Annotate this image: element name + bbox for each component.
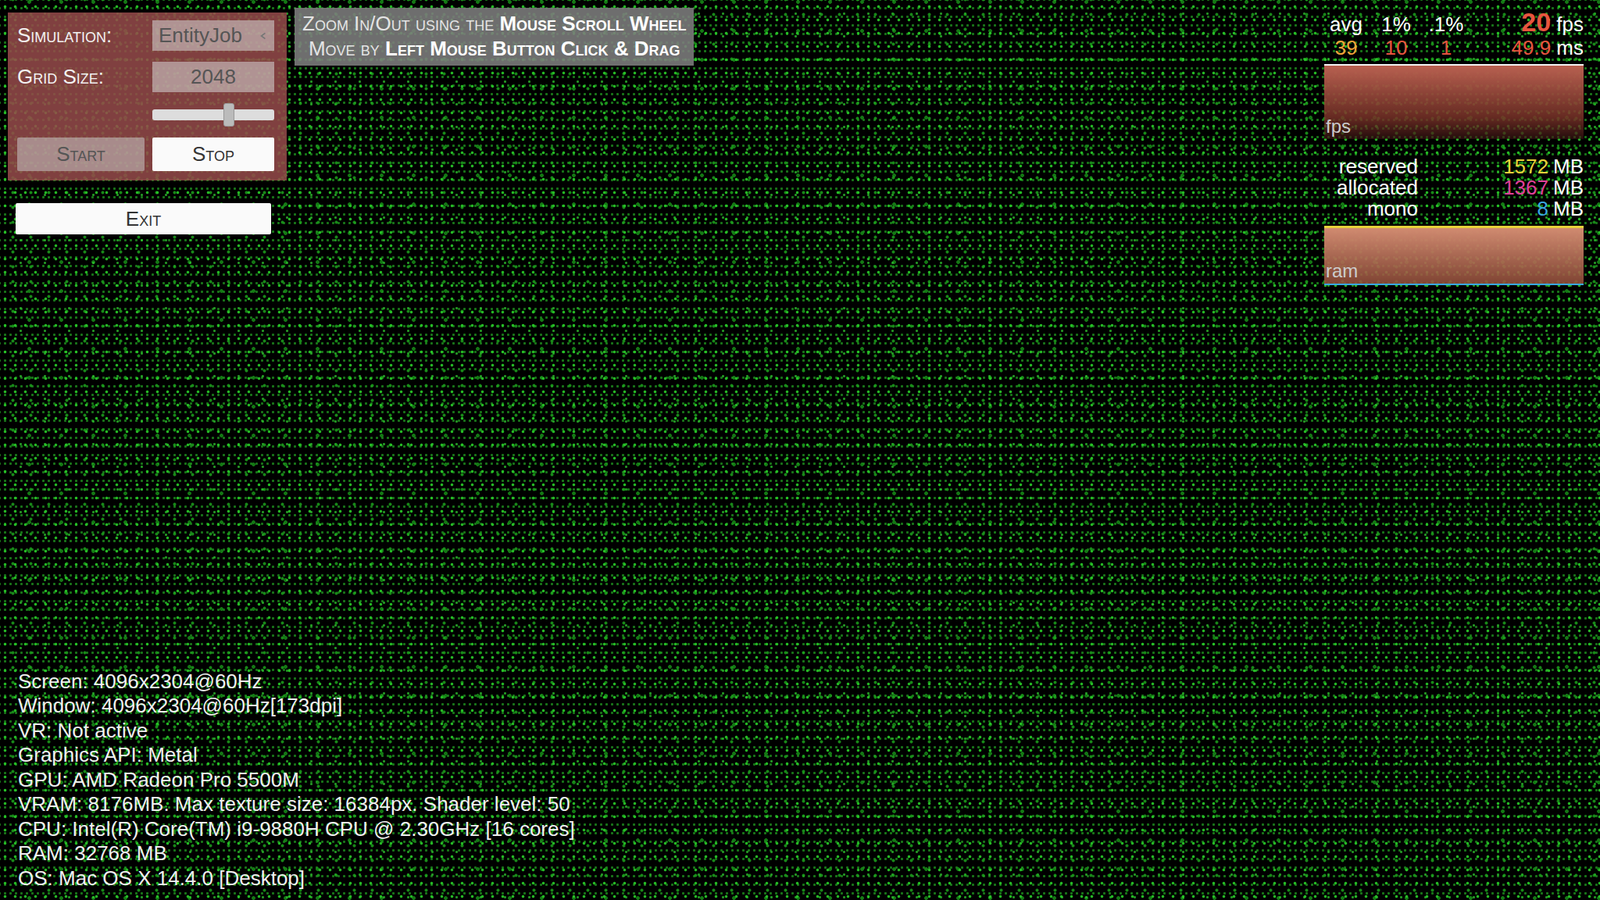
system-info-line: OS: Mac OS X 14.4.0 [Desktop]: [17, 866, 575, 892]
simulation-label: Simulation:: [17, 23, 145, 48]
slider-handle[interactable]: [223, 103, 235, 127]
grid-size-field[interactable]: 2048: [152, 61, 275, 93]
grid-size-slider[interactable]: [152, 103, 275, 127]
system-info: Screen: 4096x2304@60HzWindow: 4096x2304@…: [17, 669, 575, 892]
fps-graph: fps: [1324, 64, 1584, 140]
slider-track: [152, 109, 275, 121]
ms-reading: 49.9 ms: [1474, 35, 1584, 60]
control-panel: Simulation: EntityJob Grid Size: 2048 St…: [7, 12, 287, 181]
stat-header: 1%: [1374, 12, 1418, 36]
system-info-line: VR: Not active: [17, 718, 575, 744]
memory-label: mono: [1324, 198, 1418, 220]
stat-header: .1%: [1424, 12, 1468, 36]
stop-button[interactable]: Stop: [152, 137, 275, 172]
stat-value: 1: [1424, 35, 1468, 60]
stat-value: 10: [1374, 35, 1418, 60]
stats-panel: avg1%.1% 20 fps 39101 49.9 ms fps reserv…: [1324, 10, 1584, 286]
system-info-line: RAM: 32768 MB: [17, 841, 575, 867]
memory-value: 1367: [1422, 177, 1549, 199]
instruction-line: Zoom In/Out using the Mouse Scroll Wheel: [302, 10, 686, 36]
system-info-line: GPU: AMD Radeon Pro 5500M: [17, 767, 575, 793]
instructions-box: Zoom In/Out using the Mouse Scroll Wheel…: [294, 7, 694, 66]
system-info-line: Graphics API: Metal: [17, 742, 575, 768]
exit-button[interactable]: Exit: [15, 203, 272, 235]
ram-graph: ram: [1324, 225, 1584, 286]
system-info-line: CPU: Intel(R) Core(TM) i9-9880H CPU @ 2.…: [17, 817, 575, 843]
memory-unit: MB: [1553, 177, 1584, 199]
memory-value: 1572: [1422, 156, 1549, 178]
system-info-line: VRAM: 8176MB. Max texture size: 16384px.…: [17, 792, 575, 818]
memory-label: reserved: [1324, 156, 1418, 178]
memory-label: allocated: [1324, 177, 1418, 199]
memory-value: 8: [1422, 198, 1549, 220]
grid-size-label: Grid Size:: [17, 64, 145, 90]
stat-header: avg: [1324, 12, 1368, 36]
dropdown-arrow-icon: [258, 31, 268, 41]
stat-value: 39: [1324, 35, 1368, 60]
memory-unit: MB: [1553, 156, 1584, 178]
simulation-canvas[interactable]: Simulation: EntityJob Grid Size: 2048 St…: [0, 0, 1600, 900]
simulation-value: EntityJob: [158, 23, 243, 48]
memory-stats: reserved 1572 MBallocated 1367 MBmono 8 …: [1324, 156, 1584, 220]
instruction-line: Move by Left Mouse Button Click & Drag: [302, 35, 686, 61]
system-info-line: Screen: 4096x2304@60Hz: [17, 669, 575, 695]
memory-unit: MB: [1553, 198, 1584, 220]
system-info-line: Window: 4096x2304@60Hz[173dpi]: [17, 693, 575, 719]
start-button[interactable]: Start: [17, 137, 145, 172]
fps-reading: 20 fps: [1474, 10, 1584, 36]
simulation-dropdown[interactable]: EntityJob: [152, 20, 275, 51]
